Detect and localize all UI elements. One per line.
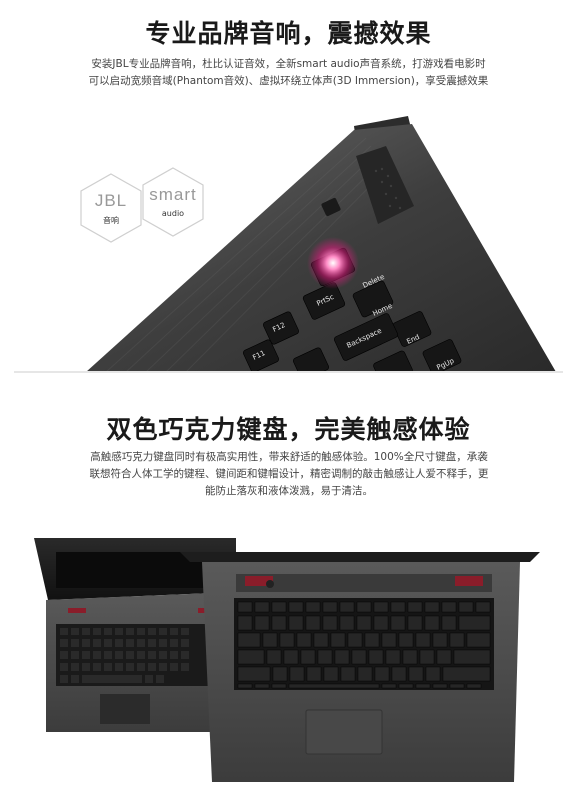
speaker-desc-line-1: 安装JBL专业品牌音响，杜比认证音效，全新smart audio声音系统，打游戏… — [91, 58, 486, 70]
keyboard-description: 高触感巧克力键盘同时有极高实用性，带来舒适的触感体验。100%全尺寸键盘，承袭 … — [64, 449, 514, 500]
keyboard-desc-line-3: 能防止落灰和液体泼溅，易于清洁。 — [205, 485, 373, 497]
keyboard-title: 双色巧克力键盘，完美触感体验 — [106, 415, 471, 444]
two-laptops-photo — [30, 532, 550, 787]
speaker-description: 安装JBL专业品牌音响，杜比认证音效，全新smart audio声音系统，打游戏… — [60, 56, 517, 90]
speaker-title: 专业品牌音响，震撼效果 — [145, 19, 432, 48]
laptop-keyboard-photo: Delete PrtSc Home End Backspace F12 F11 … — [86, 116, 556, 372]
front-laptop — [180, 552, 540, 782]
keyboard-desc-line-2: 联想符合人体工学的键程、键间距和键帽设计，精密调制的敲击触感让人爱不释手，更 — [89, 468, 489, 480]
keyboard-desc-line-1: 高触感巧克力键盘同时有极高实用性，带来舒适的触感体验。100%全尺寸键盘，承袭 — [90, 451, 488, 463]
speaker-desc-line-2: 可以启动宽频音域(Phantom音效)、虚拟环绕立体声(3D Immersion… — [88, 75, 489, 87]
